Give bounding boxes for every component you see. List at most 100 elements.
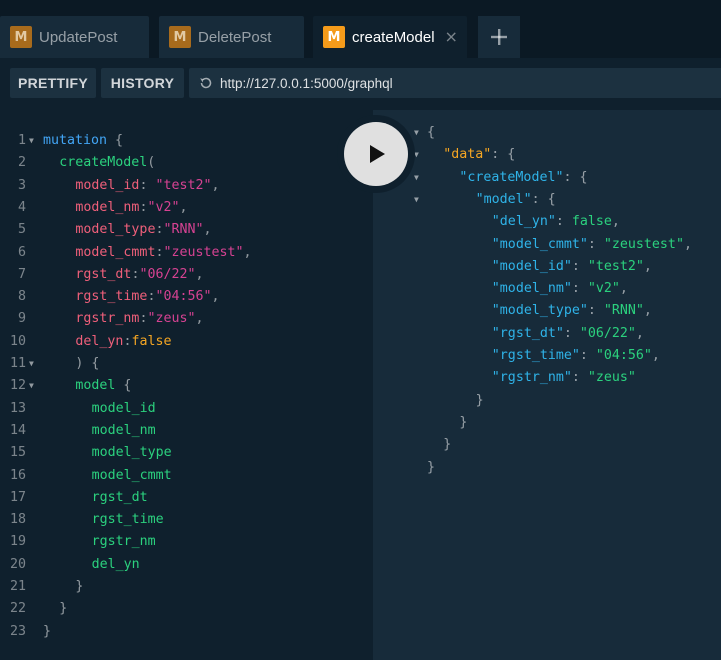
code-token: "model_type" bbox=[491, 303, 588, 319]
endpoint-url-input[interactable] bbox=[220, 75, 700, 91]
code-token: "model" bbox=[475, 191, 532, 207]
query-line: 7 rgst_dt:"06/22", bbox=[0, 264, 373, 286]
query-code: rgst_time bbox=[92, 509, 164, 531]
code-token: : { bbox=[491, 147, 516, 163]
line-number: 6 bbox=[17, 244, 26, 260]
query-line: 11 ▼ ) { bbox=[0, 353, 373, 375]
code-token: rgstr_nm bbox=[75, 311, 140, 327]
add-tab-button[interactable] bbox=[478, 16, 520, 58]
code-token: "del_yn" bbox=[491, 214, 556, 230]
query-line: 5 model_type:"RNN", bbox=[0, 219, 373, 241]
query-line: 22} bbox=[0, 598, 373, 620]
query-code: rgstr_nm bbox=[92, 531, 156, 553]
line-number: 11 bbox=[9, 356, 26, 371]
code-token: model_type bbox=[75, 222, 156, 238]
fold-arrow-icon[interactable]: ▼ bbox=[414, 122, 424, 144]
result-code: "rgst_time": "04:56", bbox=[492, 345, 660, 367]
code-token: , bbox=[643, 303, 652, 319]
fold-arrow-icon[interactable]: ▼ bbox=[414, 167, 424, 189]
query-line: 6 model_cmmt:"zeustest", bbox=[0, 242, 373, 264]
line-number: 21 bbox=[9, 579, 26, 594]
code-token: "zeus" bbox=[147, 311, 196, 327]
query-editor[interactable]: 1 ▼ mutation {2 createModel(3 model_id: "tes… bbox=[0, 110, 373, 660]
code-token: model_cmmt bbox=[75, 244, 156, 260]
endpoint-url-bar[interactable] bbox=[189, 68, 721, 98]
result-line: "rgst_time": "04:56", bbox=[373, 345, 721, 367]
prettify-button[interactable]: PRETTIFY bbox=[10, 68, 96, 98]
code-token: "v2" bbox=[147, 199, 180, 215]
code-token: : bbox=[555, 214, 572, 230]
query-code: rgst_time:"04:56", bbox=[75, 286, 219, 308]
tab-updatepost[interactable]: M UpdatePost bbox=[0, 16, 149, 58]
code-token: , bbox=[643, 258, 652, 274]
code-token: model_id bbox=[75, 177, 140, 193]
close-tab-icon[interactable]: × bbox=[445, 29, 458, 45]
query-code: createModel( bbox=[59, 152, 155, 174]
code-token: : bbox=[579, 348, 596, 363]
code-token: model_nm bbox=[91, 422, 156, 438]
fold-arrow-icon[interactable]: ▼ bbox=[29, 375, 39, 397]
code-token: model bbox=[75, 378, 116, 394]
query-code: mutation { bbox=[43, 130, 123, 152]
fold-arrow-icon[interactable]: ▼ bbox=[29, 130, 39, 152]
query-code: model_type:"RNN", bbox=[75, 219, 211, 241]
code-token: , bbox=[243, 244, 252, 260]
code-token: , bbox=[611, 214, 620, 230]
query-code: } bbox=[43, 621, 51, 643]
code-token: , bbox=[195, 266, 204, 282]
code-token: : bbox=[587, 236, 604, 252]
play-icon bbox=[370, 145, 385, 163]
result-line: "model_nm": "v2", bbox=[373, 278, 721, 300]
line-number: 20 bbox=[9, 556, 26, 572]
code-token: , bbox=[651, 348, 660, 363]
run-query-button[interactable] bbox=[344, 122, 408, 186]
result-code: "model_id": "test2", bbox=[492, 256, 652, 278]
result-line: "model_cmmt": "zeustest", bbox=[373, 234, 721, 256]
fold-arrow-icon[interactable]: ▼ bbox=[29, 353, 39, 375]
result-code: "model_cmmt": "zeustest", bbox=[492, 234, 692, 256]
code-token: del_yn bbox=[91, 556, 140, 572]
line-number: 2 bbox=[17, 155, 26, 171]
code-token: "test2" bbox=[155, 177, 212, 193]
code-token: "rgst_time" bbox=[491, 348, 580, 363]
result-line: "rgstr_nm": "zeus" bbox=[373, 367, 721, 389]
history-button[interactable]: HISTORY bbox=[101, 68, 184, 98]
fold-arrow-icon[interactable]: ▼ bbox=[414, 189, 424, 211]
query-line: 20 del_yn bbox=[0, 554, 373, 576]
code-token: false bbox=[131, 333, 172, 349]
code-token: : { bbox=[531, 191, 556, 207]
result-line: } bbox=[373, 434, 721, 456]
fold-arrow-icon[interactable]: ▼ bbox=[414, 144, 424, 166]
code-token: } bbox=[75, 579, 84, 594]
query-line: 4 model_nm:"v2", bbox=[0, 197, 373, 219]
query-code: ) { bbox=[75, 353, 99, 375]
plus-icon bbox=[491, 29, 507, 45]
code-token: createModel bbox=[59, 155, 148, 171]
line-number: 4 bbox=[17, 199, 26, 215]
result-code: "model": { bbox=[476, 189, 556, 211]
query-code: model_nm bbox=[92, 420, 156, 442]
query-code: del_yn:false bbox=[75, 331, 171, 353]
line-number: 12 bbox=[9, 378, 26, 394]
code-token: rgst_time bbox=[91, 512, 164, 528]
tab-deletepost[interactable]: M DeletePost bbox=[159, 16, 304, 58]
mutation-badge-icon: M bbox=[10, 26, 32, 48]
result-code: } bbox=[459, 412, 467, 434]
query-line: 13 model_id bbox=[0, 398, 373, 420]
query-code: rgst_dt:"06/22", bbox=[75, 264, 203, 286]
code-token: : bbox=[587, 303, 604, 319]
query-code: rgstr_nm:"zeus", bbox=[75, 308, 203, 330]
code-token: { bbox=[115, 378, 132, 394]
history-icon[interactable] bbox=[198, 75, 214, 91]
code-token: rgstr_nm bbox=[91, 534, 156, 550]
line-number: 14 bbox=[9, 422, 26, 438]
tab-createmodel[interactable]: M createModel × bbox=[313, 16, 467, 58]
query-code: rgst_dt bbox=[92, 487, 148, 509]
code-token: "rgstr_nm" bbox=[491, 370, 572, 386]
code-token: , bbox=[211, 289, 220, 305]
code-token: model_nm bbox=[75, 199, 140, 215]
code-token: , bbox=[619, 281, 628, 297]
result-code: "data": { bbox=[443, 144, 515, 166]
result-code: "rgstr_nm": "zeus" bbox=[492, 367, 636, 389]
result-line: } bbox=[373, 390, 721, 412]
